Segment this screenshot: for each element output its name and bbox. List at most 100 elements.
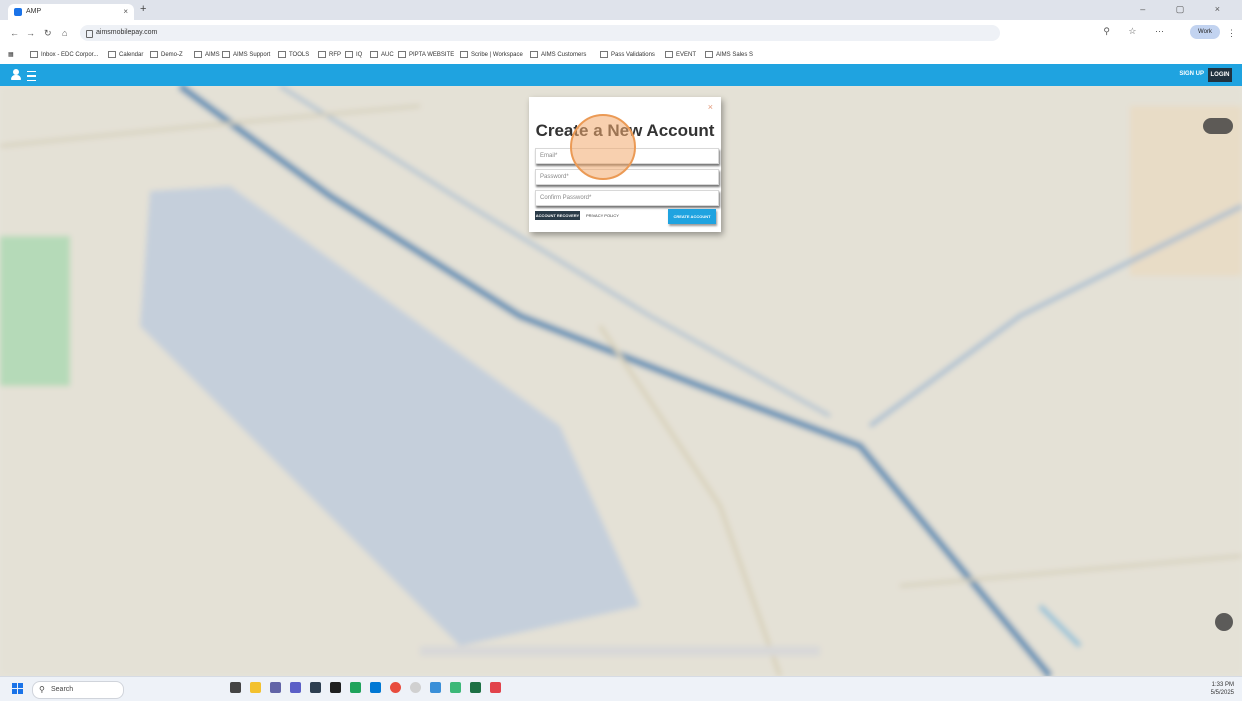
bookmark-item[interactable]: PIPTA WEBSITE <box>398 51 454 58</box>
clock-date: 5/5/2025 <box>1210 690 1234 696</box>
bookmark-item[interactable]: EVENT <box>665 51 696 58</box>
reload-icon[interactable]: ↻ <box>44 28 52 39</box>
bookmark-label: Inbox - EDC Corpor... <box>41 52 99 59</box>
task-view-icon[interactable] <box>230 682 241 693</box>
folder-icon <box>194 51 202 58</box>
globe-icon <box>398 51 406 58</box>
browser-tab-strip: AMP × + – ▢ × <box>0 0 1242 20</box>
clock-time: 1:33 PM <box>1211 682 1234 688</box>
window-controls[interactable]: – ▢ × <box>1140 4 1234 15</box>
taskbar-search[interactable]: ⚲ Search <box>32 681 124 699</box>
folder-icon <box>318 51 326 58</box>
back-icon[interactable]: ← <box>10 28 19 38</box>
password-field[interactable]: Password* <box>535 169 719 185</box>
folder-icon <box>278 51 286 58</box>
scribe-icon <box>460 51 468 58</box>
bookmark-item[interactable]: Scribe | Workspace <box>460 51 523 58</box>
search-icon: ⚲ <box>39 685 45 694</box>
bookmark-label: Scribe | Workspace <box>471 52 523 59</box>
close-icon[interactable]: × <box>708 102 713 112</box>
outlook-icon[interactable] <box>370 682 381 693</box>
profile-button[interactable]: Work <box>1190 25 1220 39</box>
bookmark-label: AUC <box>381 52 394 59</box>
privacy-policy-link[interactable]: PRIVACY POLICY <box>586 213 619 218</box>
event-icon <box>665 51 673 58</box>
app-header: SIGN UP LOGIN <box>0 64 1242 86</box>
toolbar-extension-icons[interactable]: ⚲ ☆ ⋯ <box>1103 26 1172 37</box>
bookmark-label: EVENT <box>676 52 697 59</box>
bookmark-item[interactable]: AIMS Sales S <box>705 51 753 58</box>
terminal-icon[interactable] <box>330 682 341 693</box>
aims-sales-icon <box>705 51 713 58</box>
home-icon[interactable]: ⌂ <box>62 28 67 38</box>
folder-icon <box>370 51 378 58</box>
teams-work-icon[interactable] <box>290 682 301 693</box>
click-highlight <box>570 114 636 180</box>
app-circle-icon[interactable] <box>410 682 421 693</box>
tab-close-icon[interactable]: × <box>123 7 128 16</box>
site-favicon-icon <box>14 8 22 16</box>
teams-icon[interactable] <box>270 682 281 693</box>
site-info-icon[interactable] <box>86 30 93 38</box>
gmail-icon <box>30 51 38 58</box>
app-icon[interactable] <box>310 682 321 693</box>
taskbar: ⚲ Search 1:33 PM 5/5/2025 <box>0 676 1242 701</box>
user-icon[interactable] <box>11 69 21 81</box>
create-account-button[interactable]: CREATE ACCOUNT <box>668 209 716 224</box>
bookmark-item[interactable]: IQ <box>345 51 362 58</box>
browser-toolbar: ← → ↻ ⌂ aimsmobilepay.com ⚲ ☆ ⋯ Work ⋮ <box>0 20 1242 46</box>
bookmarks-bar: ▦ Inbox - EDC Corpor... Calendar Demo-Z … <box>0 46 1242 65</box>
aims-icon <box>530 51 538 58</box>
bookmark-item[interactable]: RFP <box>318 51 341 58</box>
bookmark-item[interactable]: Demo-Z <box>150 51 183 58</box>
chrome-icon[interactable] <box>350 682 361 693</box>
signup-link[interactable]: SIGN UP <box>1179 71 1204 77</box>
bookmark-label: AIMS <box>205 52 220 59</box>
bookmark-label: Pass Validations <box>611 52 655 59</box>
forward-icon[interactable]: → <box>26 28 35 38</box>
recorder-icon[interactable] <box>390 682 401 693</box>
search-label: Search <box>51 686 74 693</box>
excel-icon[interactable] <box>470 682 481 693</box>
bookmark-item[interactable]: TOOLS <box>278 51 309 58</box>
windows-start-icon[interactable] <box>12 683 24 695</box>
password-placeholder: Password* <box>540 174 569 180</box>
folder-icon <box>345 51 353 58</box>
file-explorer-icon[interactable] <box>250 682 261 693</box>
bookmark-label: AIMS Sales S <box>716 52 754 59</box>
folder-icon <box>222 51 230 58</box>
system-clock[interactable]: 1:33 PM 5/5/2025 <box>1211 681 1234 697</box>
map-control-button[interactable] <box>1203 118 1233 134</box>
bookmark-item[interactable]: AIMS Customers <box>530 51 586 58</box>
bookmark-item[interactable]: AIMS <box>194 51 220 58</box>
bookmark-item[interactable]: Inbox - EDC Corpor... <box>30 51 98 58</box>
pdf-icon[interactable] <box>490 682 501 693</box>
bookmark-label: PIPTA WEBSITE <box>409 52 455 59</box>
new-tab-button[interactable]: + <box>140 3 146 15</box>
network-tool-icon[interactable] <box>430 682 441 693</box>
folder-icon <box>600 51 608 58</box>
hamburger-menu-icon[interactable] <box>27 71 36 81</box>
email-placeholder: Email* <box>540 153 558 159</box>
bookmark-label: IQ <box>356 52 363 59</box>
menu-icon[interactable]: ⋮ <box>1227 28 1236 39</box>
confirm-password-field[interactable]: Confirm Password* <box>535 190 719 206</box>
dot-icon <box>150 51 158 58</box>
account-recovery-button[interactable]: ACCOUNT RECOVERY <box>535 211 580 220</box>
apps-icon[interactable]: ▦ <box>8 51 14 58</box>
confirm-password-placeholder: Confirm Password* <box>540 195 592 201</box>
bookmark-item[interactable]: Calendar <box>108 51 143 58</box>
browser-tab[interactable]: AMP × <box>8 4 134 20</box>
bookmark-label: Calendar <box>119 52 144 59</box>
address-url: aimsmobilepay.com <box>96 29 158 36</box>
bookmark-item[interactable]: AUC <box>370 51 394 58</box>
bookmark-label: TOOLS <box>289 52 310 59</box>
login-button[interactable]: LOGIN <box>1208 68 1232 82</box>
bookmark-item[interactable]: AIMS Support <box>222 51 270 58</box>
colorful-app-icon[interactable] <box>450 682 461 693</box>
address-bar[interactable]: aimsmobilepay.com <box>80 25 1000 41</box>
tab-title: AMP <box>26 8 42 15</box>
map-locate-button[interactable] <box>1215 613 1233 631</box>
bookmark-item[interactable]: Pass Validations <box>600 51 655 58</box>
bookmark-label: AIMS Support <box>233 52 271 59</box>
